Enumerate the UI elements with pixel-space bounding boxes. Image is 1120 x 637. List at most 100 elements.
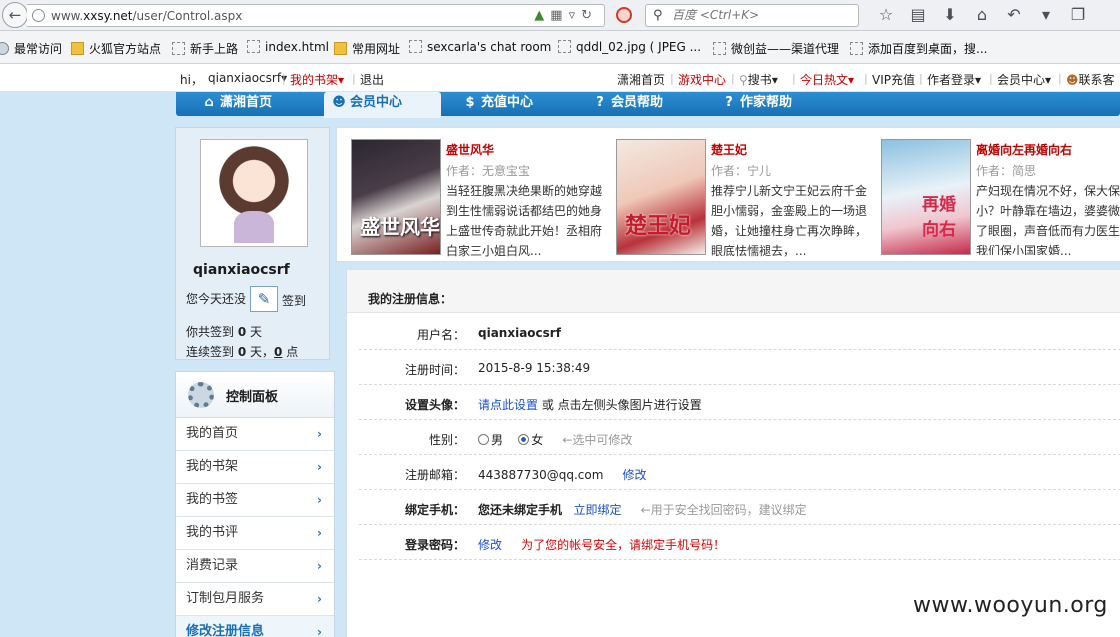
book-card[interactable]: 楚王妃 楚王妃 作者：宁儿 推荐宁儿新文宁王妃云府千金胆小懦弱，金銮殿上的一场退… [616,139,878,258]
person-icon: ☻ [332,95,346,110]
author-login-link[interactable]: 作者登录▾ [927,71,981,88]
chevron-right-icon: › [317,625,322,637]
menu-purchases[interactable]: 消费记录 › [176,550,334,583]
bookmark-item[interactable]: index.html [247,40,329,54]
adblock-icon[interactable] [616,7,632,23]
chevron-down-icon: ▾ [338,73,345,87]
gender-male-radio[interactable] [478,434,489,445]
profile-username: qianxiaocsrf [193,262,290,278]
home-icon[interactable]: ⌂ [966,5,998,24]
streak-checkins: 连续签到 0 天，0 点 [186,345,299,359]
chevron-down-icon: ▾ [848,73,855,87]
bind-phone-link[interactable]: 立即绑定 [573,503,621,517]
avatar[interactable] [200,139,308,247]
undo-icon[interactable]: ↶ [998,5,1030,24]
page-icon [713,42,726,55]
total-checkins: 你共签到 0 天 [186,325,263,339]
nav-home[interactable]: ⌂ 潇湘首页 [202,92,272,116]
bookmark-item[interactable]: 微创益——渠道代理 [713,40,839,57]
watermark: www.wooyun.org [913,593,1108,618]
recommended-books: 盛世风华 盛世风华 作者：无意宝宝 当轻狂腹黑决绝果断的她穿越到生性懦弱说话都结… [336,127,1120,262]
menu-my-home[interactable]: 我的首页 › [176,418,334,451]
nav-member-center[interactable]: ☻ 会员中心 [324,92,441,118]
control-panel: 控制面板 我的首页 › 我的书架 › 我的书签 › 我的书评 › 消费记录 › 订制包月服… [175,371,335,637]
vip-link[interactable]: VIP充值 [872,71,915,88]
user-menu[interactable]: qianxiaocsrf▾ [208,71,287,85]
password-warning: 为了您的帐号安全，请绑定手机号码！ [521,538,726,552]
checkin-prompt: 您今天还没 [186,292,247,306]
registration-info: 我的注册信息： 用户名： qianxiaocsrf 注册时间： 2015-8-9… [346,270,1120,637]
label-phone: 绑定手机： [404,503,465,517]
menu-reviews[interactable]: 我的书评 › [176,517,334,550]
row-avatar: 设置头像： 请点此设置 或 点击左侧头像图片进行设置 [359,385,1120,420]
book-cover[interactable]: 再婚向右 [881,139,971,255]
member-center-link[interactable]: 会员中心▾ [997,71,1051,88]
label-password: 登录密码： [404,538,465,552]
games-link[interactable]: 游戏中心 [678,71,726,88]
download-icon[interactable]: ⬇ [934,5,966,24]
back-button[interactable]: ← [2,2,28,28]
window-icon[interactable]: ❐ [1062,5,1094,24]
page-icon [558,40,571,53]
menu-bookshelf[interactable]: 我的书架 › [176,451,334,484]
url-bar[interactable]: www.xxsy.net/user/Control.aspx ▲▦▿↻ [27,4,605,27]
nav-member-help[interactable]: ? 会员帮助 [593,92,663,116]
page-icon [409,40,422,53]
bookmark-item[interactable]: 最常访问 [0,40,62,57]
label-avatar: 设置头像： [404,398,465,412]
menu-bookmarks[interactable]: 我的书签 › [176,484,334,517]
library-icon[interactable]: ▤ [902,5,934,24]
gear-icon [188,382,214,408]
book-title[interactable]: 离婚向左再婚向右 [976,141,1072,158]
phone-hint: ←用于安全找回密码，建议绑定 [640,503,807,517]
row-phone: 绑定手机： 您还未绑定手机 立即绑定 ←用于安全找回密码，建议绑定 [359,490,1120,525]
bookshelf-link[interactable]: 我的书架▾ [290,71,344,88]
dropdown-icon[interactable]: ▿ [569,8,582,23]
edit-email-link[interactable]: 修改 [622,468,646,482]
bookmark-item[interactable]: 火狐官方站点 [71,40,161,57]
info-title: 我的注册信息： [368,292,453,306]
bookmark-item[interactable]: sexcarla's chat room [409,40,551,54]
shield-icon[interactable]: ▲ [534,8,550,23]
help-icon: ? [596,95,604,110]
edit-password-link[interactable]: 修改 [478,538,502,552]
qr-icon[interactable]: ▦ [550,8,568,23]
menu-edit-registration[interactable]: 修改注册信息 › [176,616,334,637]
set-avatar-link[interactable]: 请点此设置 [478,398,538,412]
book-card[interactable]: 盛世风华 盛世风华 作者：无意宝宝 当轻狂腹黑决绝果断的她穿越到生性懦弱说话都结… [351,139,613,258]
search-books-link[interactable]: ⚲搜书▾ [739,71,778,88]
nav-author-help[interactable]: ? 作家帮助 [722,92,792,116]
nav-recharge[interactable]: $ 充值中心 [463,92,533,116]
book-cover[interactable]: 楚王妃 [616,139,706,255]
gender-female-radio[interactable] [518,434,530,445]
hot-link[interactable]: 今日热文▾ [800,71,854,88]
checkin-button[interactable]: ✎ [250,286,278,312]
menu-chevron-icon[interactable]: ▾ [1030,5,1062,24]
bookmark-item[interactable]: 新手上路 [172,40,238,57]
bookmark-item[interactable]: 常用网址 [334,40,400,57]
book-card[interactable]: 再婚向右 离婚向左再婚向右 作者：简思 产妇现在情况不好，保大保小？叶静靠在墙边… [881,139,1120,255]
coin-icon: $ [465,95,475,110]
book-author: 作者：宁儿 [711,164,772,178]
book-title[interactable]: 盛世风华 [446,141,494,158]
menu-subscription[interactable]: 订制包月服务 › [176,583,334,616]
search-input[interactable] [672,8,852,22]
greeting: hi， [180,73,203,87]
chevron-right-icon: › [317,526,322,540]
logout-link[interactable]: 退出 [360,71,384,88]
reload-icon[interactable]: ↻ [581,8,598,23]
globe-icon [32,9,45,22]
bookmark-star-icon[interactable]: ☆ [870,5,902,24]
bookmark-item[interactable]: 添加百度到桌面，搜... [850,40,987,57]
contact-link[interactable]: ☻联系客 [1066,71,1115,88]
home-link[interactable]: 潇湘首页 [617,71,665,88]
book-cover[interactable]: 盛世风华 [351,139,441,255]
panel-header: 控制面板 [176,372,334,418]
value-username: qianxiaocsrf [478,326,561,340]
checkin-label[interactable]: 签到 [282,292,306,309]
avatar-image[interactable] [204,143,304,243]
search-box[interactable]: ⚲ [645,4,859,27]
bookmark-item[interactable]: qddl_02.jpg ( JPEG ... [558,40,701,54]
book-title[interactable]: 楚王妃 [711,141,747,158]
value-regtime: 2015-8-9 15:38:49 [478,361,591,375]
